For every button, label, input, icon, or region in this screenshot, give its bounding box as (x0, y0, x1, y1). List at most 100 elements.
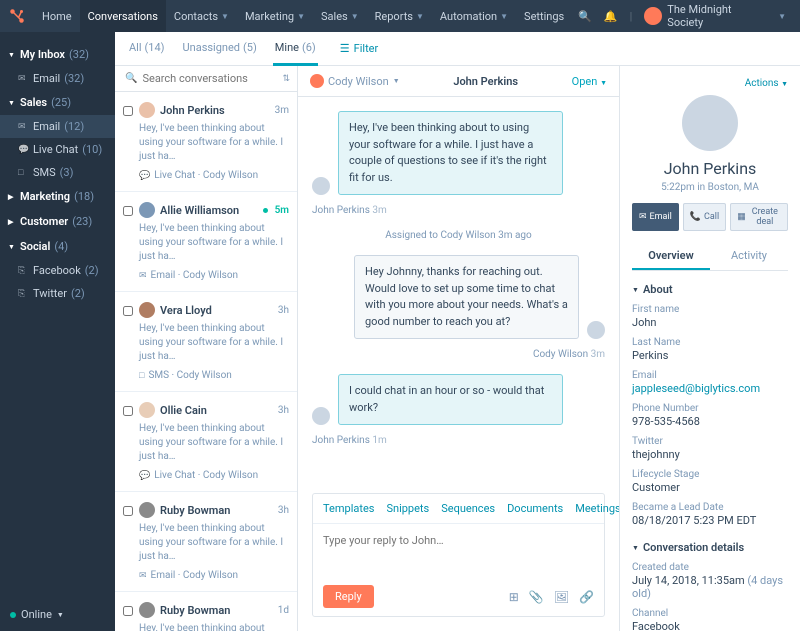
message-row: I could chat in an hour or so - would th… (312, 374, 605, 425)
nav-item-live-chat[interactable]: 💬Live Chat(10) (0, 138, 115, 161)
select-checkbox[interactable] (123, 206, 133, 216)
tab-overview[interactable]: Overview (632, 243, 710, 270)
contact-name: Ruby Bowman (160, 504, 273, 517)
select-checkbox[interactable] (123, 606, 133, 616)
nav-reports[interactable]: Reports▼ (367, 0, 432, 32)
create-deal-button[interactable]: ▦Create deal (730, 203, 788, 231)
nav-item-twitter[interactable]: ⎘Twitter(2) (0, 282, 115, 305)
email-button[interactable]: ✉Email (632, 203, 679, 231)
filter-button[interactable]: ☰ Filter (340, 42, 378, 55)
tab-mine[interactable]: Mine(6) (273, 32, 318, 66)
conversation-list: 🔍 ⇅ John Perkins3mHey, I've been thinkin… (115, 66, 298, 631)
nav-section-social[interactable]: ▼Social(4) (0, 234, 115, 259)
chevron-down-icon: ▼ (500, 12, 508, 21)
search-input[interactable] (142, 72, 282, 85)
select-checkbox[interactable] (123, 406, 133, 416)
nav-home[interactable]: Home (34, 0, 80, 32)
reply-button[interactable]: Reply (323, 585, 374, 608)
chevron-down-icon: ▼ (393, 77, 400, 85)
select-checkbox[interactable] (123, 306, 133, 316)
search-icon: 🔍 (125, 73, 137, 84)
status-selector[interactable]: Open ▼ (572, 75, 607, 88)
nav-item-sms[interactable]: □SMS(3) (0, 161, 115, 184)
avatar (644, 7, 662, 25)
message-bubble: Hey Johnny, thanks for reaching out. Wou… (354, 255, 579, 339)
detail-channel: ChannelFacebook (632, 608, 788, 631)
attachment-icon[interactable]: 📎 (529, 590, 544, 604)
thread-title: John Perkins (400, 75, 572, 88)
insert-icon[interactable]: ⊞ (509, 590, 519, 604)
nav-section-my-inbox[interactable]: ▼My Inbox(32) (0, 42, 115, 67)
assignee-selector[interactable]: Cody Wilson ▼ (310, 74, 400, 88)
field-became-a-lead-date: Became a Lead Date08/18/2017 5:23 PM EDT (632, 502, 788, 527)
channel-icon: ⎘ (18, 266, 28, 276)
nav-automation[interactable]: Automation▼ (432, 0, 516, 32)
notifications-icon[interactable]: 🔔 (598, 10, 624, 23)
nav-settings[interactable]: Settings (516, 0, 572, 32)
compose-box: TemplatesSnippetsSequencesDocumentsMeeti… (312, 493, 605, 617)
compose-tab-templates[interactable]: Templates (323, 502, 374, 515)
reply-input[interactable] (313, 524, 604, 574)
nav-section-marketing[interactable]: ▶Marketing(18) (0, 184, 115, 209)
compose-tab-snippets[interactable]: Snippets (386, 502, 429, 515)
avatar (312, 177, 330, 195)
message-row: Hey Johnny, thanks for reaching out. Wou… (312, 255, 605, 339)
tab-all[interactable]: All(14) (127, 32, 167, 66)
avatar (139, 502, 155, 518)
select-checkbox[interactable] (123, 506, 133, 516)
conversation-item[interactable]: Ollie Cain3hHey, I've been thinking abou… (115, 392, 297, 492)
search-icon[interactable]: 🔍 (572, 10, 598, 23)
field-email: Emailjappleseed@biglytics.com (632, 370, 788, 395)
tab-activity[interactable]: Activity (710, 243, 788, 270)
call-button[interactable]: 📞Call (683, 203, 726, 231)
channel-icon: □ (139, 370, 144, 381)
account-menu[interactable]: The Midnight Society ▼ (638, 3, 792, 29)
nav-sales[interactable]: Sales▼ (313, 0, 367, 32)
conversation-item[interactable]: Ruby Bowman3hHey, I've been thinking abo… (115, 492, 297, 592)
tab-unassigned[interactable]: Unassigned(5) (181, 32, 259, 66)
details-section-toggle[interactable]: ▼Conversation details (632, 541, 788, 554)
timestamp: 5m (275, 205, 289, 216)
phone-icon: 📞 (690, 212, 701, 222)
message-bubble: I could chat in an hour or so - would th… (338, 374, 563, 425)
compose-tab-meetings[interactable]: Meetings (575, 502, 620, 515)
nav-item-email[interactable]: ✉Email(12) (0, 115, 115, 138)
conversation-thread: Cody Wilson ▼ John Perkins Open ▼ Hey, I… (298, 66, 620, 631)
nav-section-sales[interactable]: ▼Sales(25) (0, 90, 115, 115)
compose-tab-sequences[interactable]: Sequences (441, 502, 495, 515)
conversation-item[interactable]: John Perkins3mHey, I've been thinking ab… (115, 92, 297, 192)
compose-tab-documents[interactable]: Documents (507, 502, 563, 515)
contact-panel: Actions ▼ John Perkins 5:22pm in Boston,… (620, 66, 800, 631)
nav-item-facebook[interactable]: ⎘Facebook(2) (0, 259, 115, 282)
timestamp: 3h (278, 405, 289, 416)
channel-icon: ⎘ (18, 289, 28, 299)
chevron-down-icon: ▼ (781, 80, 788, 88)
preview-text: Hey, I've been thinking about using your… (139, 422, 289, 464)
online-dot-icon (10, 612, 16, 618)
hubspot-logo (8, 7, 26, 25)
about-section-toggle[interactable]: ▼About (632, 283, 788, 296)
search-bar: 🔍 ⇅ (115, 66, 297, 92)
nav-contacts[interactable]: Contacts▼ (166, 0, 237, 32)
select-checkbox[interactable] (123, 106, 133, 116)
online-status[interactable]: Online ▼ (10, 608, 64, 621)
inbox-tabs: All(14) Unassigned(5) Mine(6) ☰ Filter (115, 32, 800, 66)
sort-icon[interactable]: ⇅ (282, 74, 290, 84)
channel-icon: ✉ (18, 74, 28, 84)
conversation-item[interactable]: Allie Williamson5mHey, I've been thinkin… (115, 192, 297, 292)
actions-menu[interactable]: Actions ▼ (632, 78, 788, 89)
link-icon[interactable]: 🔗 (579, 590, 594, 604)
email-icon: ✉ (639, 212, 647, 222)
chevron-down-icon: ▼ (416, 12, 424, 21)
avatar (139, 202, 155, 218)
chevron-down-icon: ▼ (297, 12, 305, 21)
nav-item-email[interactable]: ✉Email(32) (0, 67, 115, 90)
conversation-item[interactable]: Ruby Bowman1dHey, I've been thinking abo… (115, 592, 297, 631)
field-lifecycle-stage: Lifecycle StageCustomer (632, 469, 788, 494)
nav-section-customer[interactable]: ▶Customer(23) (0, 209, 115, 234)
avatar (139, 602, 155, 618)
image-icon[interactable]: 🖼 (554, 590, 569, 604)
nav-conversations[interactable]: Conversations (80, 0, 166, 32)
nav-marketing[interactable]: Marketing▼ (237, 0, 313, 32)
conversation-item[interactable]: Vera Lloyd3hHey, I've been thinking abou… (115, 292, 297, 392)
